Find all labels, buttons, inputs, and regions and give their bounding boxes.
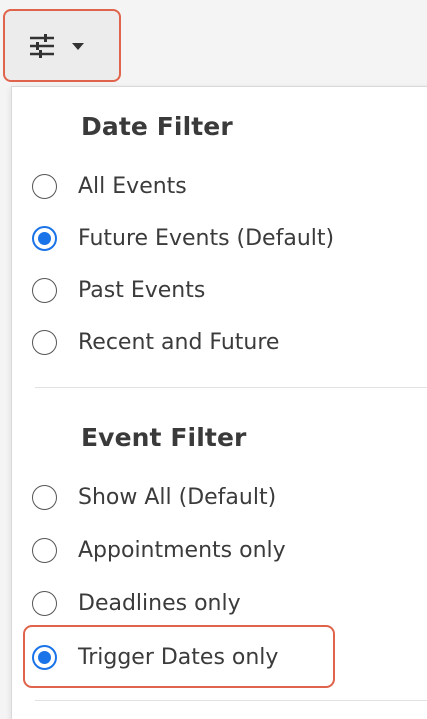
date-option-past-events[interactable]: Past Events (32, 272, 205, 308)
option-label: Deadlines only (78, 590, 241, 616)
filter-dropdown-menu: Date Filter All Events Future Events (De… (11, 86, 427, 719)
radio-button-selected[interactable] (32, 225, 57, 251)
section-divider (35, 700, 427, 701)
date-option-recent-and-future[interactable]: Recent and Future (32, 324, 279, 360)
option-label: Past Events (78, 277, 206, 303)
option-label: Appointments only (78, 537, 286, 563)
date-option-all-events[interactable]: All Events (32, 168, 187, 204)
option-label: All Events (78, 173, 187, 199)
radio-button-selected[interactable] (32, 644, 57, 670)
option-label: Show All (Default) (78, 484, 277, 510)
filter-options-button[interactable] (3, 9, 121, 82)
radio-button[interactable] (32, 484, 57, 510)
radio-button[interactable] (32, 277, 57, 303)
event-option-appointments-only[interactable]: Appointments only (32, 532, 286, 568)
date-filter-title: Date Filter (81, 112, 233, 141)
caret-down-icon (71, 31, 85, 61)
section-divider (35, 387, 427, 388)
page: Date Filter All Events Future Events (De… (0, 0, 427, 719)
radio-button[interactable] (32, 173, 57, 199)
event-option-show-all[interactable]: Show All (Default) (32, 479, 276, 515)
option-label: Future Events (Default) (78, 225, 335, 251)
date-option-future-events[interactable]: Future Events (Default) (32, 220, 334, 256)
option-label: Recent and Future (78, 329, 280, 355)
event-option-trigger-dates-only[interactable]: Trigger Dates only (32, 639, 278, 675)
option-label: Trigger Dates only (78, 644, 279, 670)
sliders-icon (27, 31, 57, 61)
event-option-deadlines-only[interactable]: Deadlines only (32, 585, 241, 621)
radio-button[interactable] (32, 590, 57, 616)
radio-button[interactable] (32, 537, 57, 563)
event-filter-title: Event Filter (81, 423, 247, 452)
radio-button[interactable] (32, 329, 57, 355)
